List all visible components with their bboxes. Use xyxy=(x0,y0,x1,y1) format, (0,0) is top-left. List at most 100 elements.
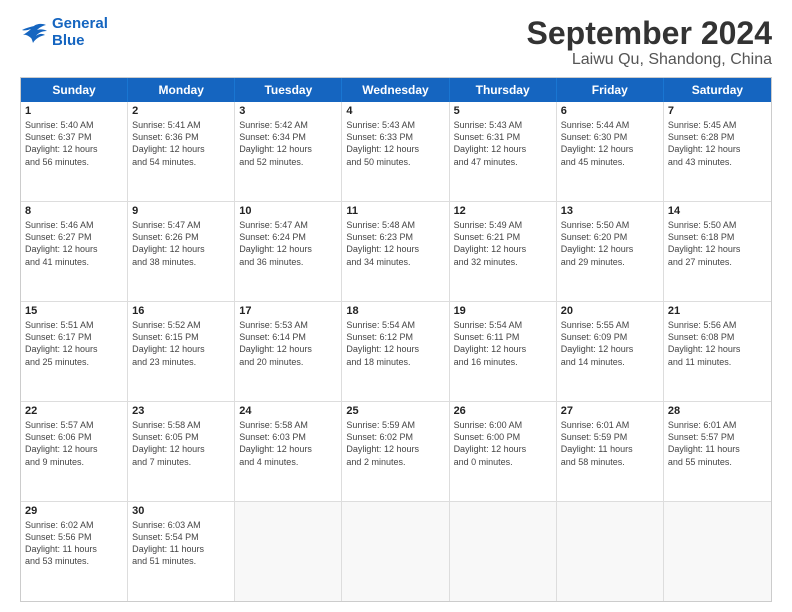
day-number: 15 xyxy=(25,305,123,317)
cell-17: 17 Sunrise: 5:53 AMSunset: 6:14 PMDaylig… xyxy=(235,302,342,401)
day-number: 12 xyxy=(454,205,552,217)
day-number: 13 xyxy=(561,205,659,217)
cell-info: Sunrise: 5:45 AMSunset: 6:28 PMDaylight:… xyxy=(668,119,767,168)
day-number: 28 xyxy=(668,405,767,417)
cell-8: 8 Sunrise: 5:46 AMSunset: 6:27 PMDayligh… xyxy=(21,202,128,301)
day-number: 7 xyxy=(668,105,767,117)
day-number: 2 xyxy=(132,105,230,117)
cell-info: Sunrise: 5:47 AMSunset: 6:24 PMDaylight:… xyxy=(239,219,337,268)
week-5: 29 Sunrise: 6:02 AMSunset: 5:56 PMDaylig… xyxy=(21,501,771,601)
cell-29: 29 Sunrise: 6:02 AMSunset: 5:56 PMDaylig… xyxy=(21,502,128,601)
location-title: Laiwu Qu, Shandong, China xyxy=(527,51,772,69)
week-3: 15 Sunrise: 5:51 AMSunset: 6:17 PMDaylig… xyxy=(21,301,771,401)
cell-info: Sunrise: 5:56 AMSunset: 6:08 PMDaylight:… xyxy=(668,319,767,368)
cell-20: 20 Sunrise: 5:55 AMSunset: 6:09 PMDaylig… xyxy=(557,302,664,401)
cell-6: 6 Sunrise: 5:44 AMSunset: 6:30 PMDayligh… xyxy=(557,102,664,201)
cell-3: 3 Sunrise: 5:42 AMSunset: 6:34 PMDayligh… xyxy=(235,102,342,201)
week-2: 8 Sunrise: 5:46 AMSunset: 6:27 PMDayligh… xyxy=(21,201,771,301)
cell-info: Sunrise: 5:50 AMSunset: 6:18 PMDaylight:… xyxy=(668,219,767,268)
cell-info: Sunrise: 6:01 AMSunset: 5:59 PMDaylight:… xyxy=(561,419,659,468)
day-number: 30 xyxy=(132,505,230,517)
week-4: 22 Sunrise: 5:57 AMSunset: 6:06 PMDaylig… xyxy=(21,401,771,501)
cell-empty-1 xyxy=(235,502,342,601)
logo-icon xyxy=(20,22,48,44)
cell-info: Sunrise: 5:58 AMSunset: 6:05 PMDaylight:… xyxy=(132,419,230,468)
cell-10: 10 Sunrise: 5:47 AMSunset: 6:24 PMDaylig… xyxy=(235,202,342,301)
cell-16: 16 Sunrise: 5:52 AMSunset: 6:15 PMDaylig… xyxy=(128,302,235,401)
cell-empty-4 xyxy=(557,502,664,601)
cell-info: Sunrise: 5:44 AMSunset: 6:30 PMDaylight:… xyxy=(561,119,659,168)
cell-info: Sunrise: 5:43 AMSunset: 6:33 PMDaylight:… xyxy=(346,119,444,168)
day-number: 19 xyxy=(454,305,552,317)
day-number: 6 xyxy=(561,105,659,117)
cell-14: 14 Sunrise: 5:50 AMSunset: 6:18 PMDaylig… xyxy=(664,202,771,301)
cell-info: Sunrise: 5:46 AMSunset: 6:27 PMDaylight:… xyxy=(25,219,123,268)
cell-11: 11 Sunrise: 5:48 AMSunset: 6:23 PMDaylig… xyxy=(342,202,449,301)
cell-2: 2 Sunrise: 5:41 AMSunset: 6:36 PMDayligh… xyxy=(128,102,235,201)
cell-info: Sunrise: 5:51 AMSunset: 6:17 PMDaylight:… xyxy=(25,319,123,368)
day-number: 23 xyxy=(132,405,230,417)
cell-info: Sunrise: 5:53 AMSunset: 6:14 PMDaylight:… xyxy=(239,319,337,368)
cell-22: 22 Sunrise: 5:57 AMSunset: 6:06 PMDaylig… xyxy=(21,402,128,501)
cell-empty-3 xyxy=(450,502,557,601)
calendar-body: 1 Sunrise: 5:40 AMSunset: 6:37 PMDayligh… xyxy=(21,102,771,601)
cell-info: Sunrise: 5:57 AMSunset: 6:06 PMDaylight:… xyxy=(25,419,123,468)
cell-info: Sunrise: 5:52 AMSunset: 6:15 PMDaylight:… xyxy=(132,319,230,368)
header-monday: Monday xyxy=(128,78,235,102)
cell-info: Sunrise: 5:41 AMSunset: 6:36 PMDaylight:… xyxy=(132,119,230,168)
cell-5: 5 Sunrise: 5:43 AMSunset: 6:31 PMDayligh… xyxy=(450,102,557,201)
calendar-header: Sunday Monday Tuesday Wednesday Thursday… xyxy=(21,78,771,102)
day-number: 27 xyxy=(561,405,659,417)
day-number: 22 xyxy=(25,405,123,417)
cell-info: Sunrise: 5:55 AMSunset: 6:09 PMDaylight:… xyxy=(561,319,659,368)
cell-1: 1 Sunrise: 5:40 AMSunset: 6:37 PMDayligh… xyxy=(21,102,128,201)
day-number: 9 xyxy=(132,205,230,217)
logo-text: General Blue xyxy=(52,16,108,49)
cell-7: 7 Sunrise: 5:45 AMSunset: 6:28 PMDayligh… xyxy=(664,102,771,201)
header-saturday: Saturday xyxy=(664,78,771,102)
day-number: 4 xyxy=(346,105,444,117)
cell-9: 9 Sunrise: 5:47 AMSunset: 6:26 PMDayligh… xyxy=(128,202,235,301)
cell-info: Sunrise: 5:40 AMSunset: 6:37 PMDaylight:… xyxy=(25,119,123,168)
header-sunday: Sunday xyxy=(21,78,128,102)
cell-info: Sunrise: 5:48 AMSunset: 6:23 PMDaylight:… xyxy=(346,219,444,268)
cell-12: 12 Sunrise: 5:49 AMSunset: 6:21 PMDaylig… xyxy=(450,202,557,301)
cell-info: Sunrise: 6:00 AMSunset: 6:00 PMDaylight:… xyxy=(454,419,552,468)
cell-26: 26 Sunrise: 6:00 AMSunset: 6:00 PMDaylig… xyxy=(450,402,557,501)
title-block: September 2024 Laiwu Qu, Shandong, China xyxy=(527,16,772,69)
day-number: 21 xyxy=(668,305,767,317)
cell-info: Sunrise: 5:54 AMSunset: 6:12 PMDaylight:… xyxy=(346,319,444,368)
header-thursday: Thursday xyxy=(450,78,557,102)
header: General Blue September 2024 Laiwu Qu, Sh… xyxy=(20,16,772,69)
day-number: 25 xyxy=(346,405,444,417)
calendar: Sunday Monday Tuesday Wednesday Thursday… xyxy=(20,77,772,602)
cell-25: 25 Sunrise: 5:59 AMSunset: 6:02 PMDaylig… xyxy=(342,402,449,501)
cell-info: Sunrise: 5:50 AMSunset: 6:20 PMDaylight:… xyxy=(561,219,659,268)
cell-4: 4 Sunrise: 5:43 AMSunset: 6:33 PMDayligh… xyxy=(342,102,449,201)
cell-empty-2 xyxy=(342,502,449,601)
cell-info: Sunrise: 5:43 AMSunset: 6:31 PMDaylight:… xyxy=(454,119,552,168)
cell-info: Sunrise: 5:47 AMSunset: 6:26 PMDaylight:… xyxy=(132,219,230,268)
cell-info: Sunrise: 5:42 AMSunset: 6:34 PMDaylight:… xyxy=(239,119,337,168)
cell-info: Sunrise: 6:01 AMSunset: 5:57 PMDaylight:… xyxy=(668,419,767,468)
logo: General Blue xyxy=(20,16,108,49)
day-number: 3 xyxy=(239,105,337,117)
cell-18: 18 Sunrise: 5:54 AMSunset: 6:12 PMDaylig… xyxy=(342,302,449,401)
day-number: 8 xyxy=(25,205,123,217)
cell-info: Sunrise: 5:58 AMSunset: 6:03 PMDaylight:… xyxy=(239,419,337,468)
day-number: 17 xyxy=(239,305,337,317)
week-1: 1 Sunrise: 5:40 AMSunset: 6:37 PMDayligh… xyxy=(21,102,771,201)
day-number: 14 xyxy=(668,205,767,217)
cell-empty-5 xyxy=(664,502,771,601)
header-wednesday: Wednesday xyxy=(342,78,449,102)
cell-info: Sunrise: 6:03 AMSunset: 5:54 PMDaylight:… xyxy=(132,519,230,568)
day-number: 26 xyxy=(454,405,552,417)
page: General Blue September 2024 Laiwu Qu, Sh… xyxy=(0,0,792,612)
cell-15: 15 Sunrise: 5:51 AMSunset: 6:17 PMDaylig… xyxy=(21,302,128,401)
day-number: 10 xyxy=(239,205,337,217)
day-number: 24 xyxy=(239,405,337,417)
cell-30: 30 Sunrise: 6:03 AMSunset: 5:54 PMDaylig… xyxy=(128,502,235,601)
header-tuesday: Tuesday xyxy=(235,78,342,102)
header-friday: Friday xyxy=(557,78,664,102)
day-number: 29 xyxy=(25,505,123,517)
